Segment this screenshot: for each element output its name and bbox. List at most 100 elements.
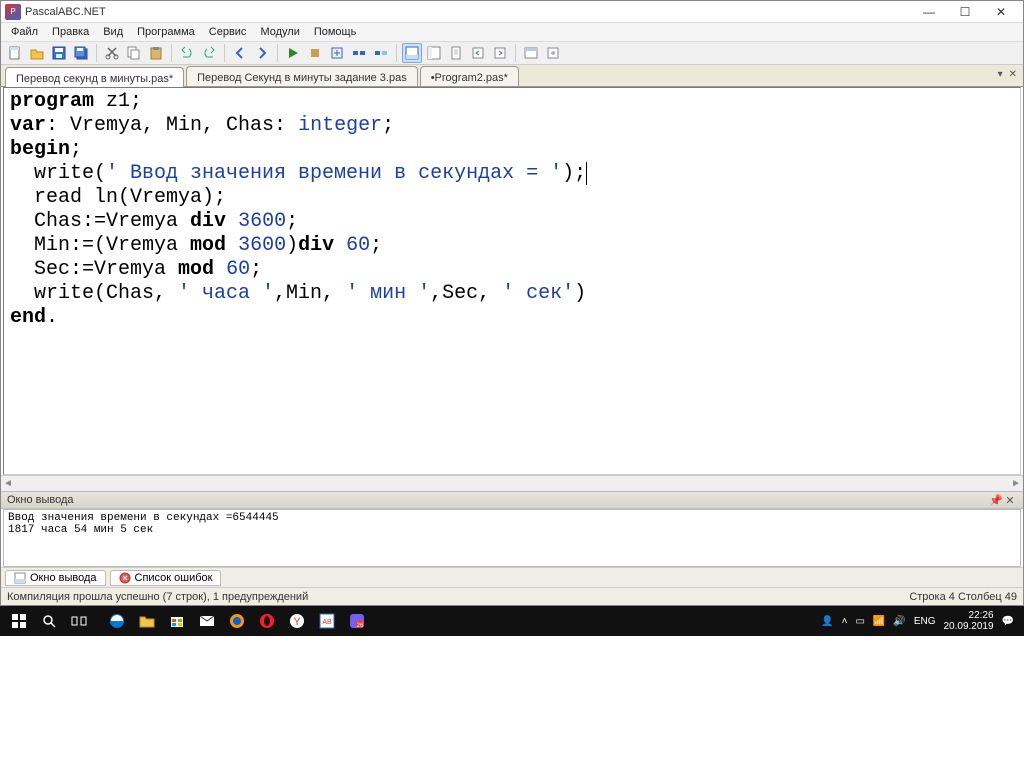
menu-edit[interactable]: Правка <box>46 25 95 39</box>
tray-chevron-icon[interactable]: ˄ <box>842 616 848 627</box>
code-text <box>226 234 238 257</box>
tab-close-icon[interactable]: ✕ <box>1009 69 1017 80</box>
menu-service[interactable]: Сервис <box>203 25 253 39</box>
tray-language[interactable]: ENG <box>914 616 936 627</box>
svg-text:26: 26 <box>357 623 364 629</box>
menu-file[interactable]: Файл <box>5 25 44 39</box>
tab-errors[interactable]: Список ошибок <box>110 570 222 586</box>
close-panel-icon[interactable]: ✕ <box>1003 494 1017 507</box>
clock-time: 22:26 <box>943 610 993 621</box>
paste-icon[interactable] <box>146 43 166 63</box>
tab-dropdown-icon[interactable]: ▾ <box>998 69 1003 80</box>
tab-label: Окно вывода <box>30 572 97 584</box>
next-icon[interactable] <box>490 43 510 63</box>
taskbar-mail[interactable] <box>192 606 222 636</box>
undo-icon[interactable] <box>177 43 197 63</box>
code-text: Min:=(Vremya <box>10 234 190 257</box>
taskbar-firefox[interactable] <box>222 606 252 636</box>
code-string: ' Ввод значения времени в секундах = ' <box>106 162 562 185</box>
toolbar-divider <box>396 44 397 62</box>
step-over-icon[interactable] <box>349 43 369 63</box>
menu-modules[interactable]: Модули <box>254 25 305 39</box>
tab-file-2[interactable]: Перевод Секунд в минуты задание 3.pas <box>186 66 418 86</box>
step-into-icon[interactable] <box>371 43 391 63</box>
prev-icon[interactable] <box>468 43 488 63</box>
tab-file-1[interactable]: Перевод секунд в минуты.pas* <box>5 67 184 87</box>
code-text: Sec:=Vremya <box>10 258 178 281</box>
taskbar-viber[interactable]: 26 <box>342 606 372 636</box>
code-text: ) <box>574 282 586 305</box>
code-text: ); <box>562 162 586 185</box>
cut-icon[interactable] <box>102 43 122 63</box>
save-all-icon[interactable] <box>71 43 91 63</box>
toolbar-divider <box>96 44 97 62</box>
minimize-button[interactable]: — <box>911 2 947 22</box>
stop-icon[interactable] <box>305 43 325 63</box>
output-panel[interactable]: Ввод значения времени в секундах =654444… <box>3 509 1021 567</box>
code-text: . <box>46 306 58 329</box>
code-keyword: mod <box>190 234 226 257</box>
tab-output[interactable]: Окно вывода <box>5 570 106 586</box>
bottom-panel-tabs: Окно вывода Список ошибок <box>1 567 1023 587</box>
tray-people-icon[interactable]: 👤 <box>821 616 833 627</box>
page-icon[interactable] <box>446 43 466 63</box>
menu-help[interactable]: Помощь <box>308 25 363 39</box>
window-title: PascalABC.NET <box>25 6 911 18</box>
search-icon[interactable] <box>34 606 64 636</box>
output-tab-icon <box>14 572 26 584</box>
redo-icon[interactable] <box>199 43 219 63</box>
taskbar-edge[interactable] <box>102 606 132 636</box>
title-bar[interactable]: P PascalABC.NET — ☐ ✕ <box>1 1 1023 23</box>
menu-view[interactable]: Вид <box>97 25 129 39</box>
open-file-icon[interactable] <box>27 43 47 63</box>
nav-back-icon[interactable] <box>230 43 250 63</box>
taskbar-yandex[interactable]: Y <box>282 606 312 636</box>
compile-icon[interactable] <box>327 43 347 63</box>
form-icon[interactable] <box>521 43 541 63</box>
code-number: 3600 <box>238 210 286 233</box>
taskbar-explorer[interactable] <box>132 606 162 636</box>
scroll-right-icon[interactable]: ► <box>1011 478 1021 489</box>
pin-icon[interactable]: 📌 <box>989 494 1003 507</box>
save-icon[interactable] <box>49 43 69 63</box>
taskbar-opera[interactable] <box>252 606 282 636</box>
taskbar-pascalabc[interactable]: AB <box>312 606 342 636</box>
tab-label: Перевод Секунд в минуты задание 3.pas <box>197 72 407 84</box>
close-window-button[interactable]: ✕ <box>983 2 1019 22</box>
code-text: write(Chas, <box>10 282 178 305</box>
tray-notifications-icon[interactable]: 💬 <box>1002 616 1014 627</box>
code-keyword: var <box>10 114 46 137</box>
editor-hscrollbar[interactable]: ◄ ► <box>1 475 1023 491</box>
copy-icon[interactable] <box>124 43 144 63</box>
code-text: write( <box>10 162 106 185</box>
tray-clock[interactable]: 22:26 20.09.2019 <box>943 610 993 632</box>
code-text: ; <box>70 138 82 161</box>
scroll-left-icon[interactable]: ◄ <box>3 478 13 489</box>
code-text: ; <box>370 234 382 257</box>
output-line: Ввод значения времени в секундах =654444… <box>8 512 279 524</box>
toolbar-divider <box>171 44 172 62</box>
taskbar-store[interactable] <box>162 606 192 636</box>
toggle-output-icon[interactable] <box>402 43 422 63</box>
menu-program[interactable]: Программа <box>131 25 201 39</box>
task-view-icon[interactable] <box>64 606 94 636</box>
run-icon[interactable] <box>283 43 303 63</box>
taskbar-divider <box>94 606 102 636</box>
designer-icon[interactable] <box>543 43 563 63</box>
toolbar-divider <box>277 44 278 62</box>
code-string: ' сек' <box>502 282 574 305</box>
tab-file-3[interactable]: •Program2.pas* <box>420 66 519 86</box>
maximize-button[interactable]: ☐ <box>947 2 983 22</box>
nav-forward-icon[interactable] <box>252 43 272 63</box>
start-button[interactable] <box>4 606 34 636</box>
status-bar: Компиляция прошла успешно (7 строк), 1 п… <box>1 587 1023 605</box>
tray-network-icon[interactable]: 📶 <box>873 616 885 627</box>
code-editor[interactable]: program z1; var: Vremya, Min, Chas: inte… <box>3 87 1021 475</box>
toggle-panel2-icon[interactable] <box>424 43 444 63</box>
code-text <box>214 258 226 281</box>
tray-volume-icon[interactable]: 🔊 <box>893 616 905 627</box>
output-panel-header[interactable]: Окно вывода 📌 ✕ <box>1 491 1023 509</box>
code-text: read ln(Vremya); <box>10 186 226 209</box>
tray-battery-icon[interactable]: ▭ <box>855 616 864 627</box>
new-file-icon[interactable] <box>5 43 25 63</box>
